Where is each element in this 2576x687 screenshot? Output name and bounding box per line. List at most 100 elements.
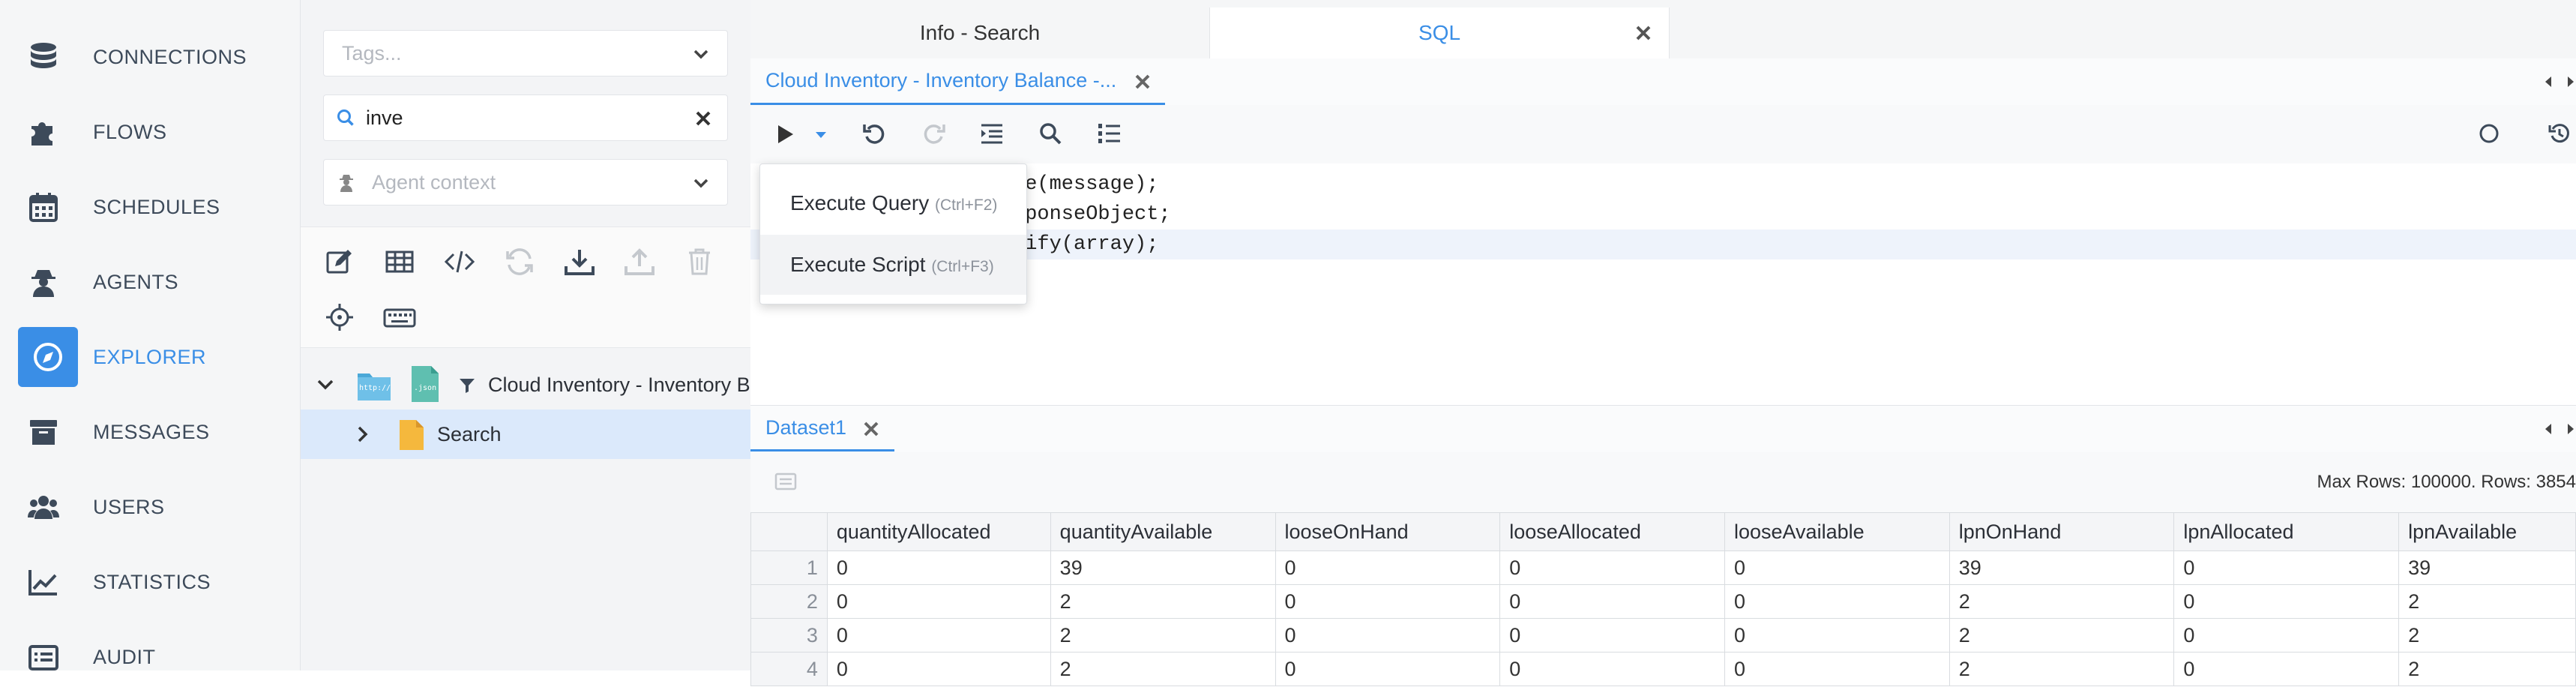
chevron-right-icon[interactable] — [353, 424, 373, 444]
table-cell[interactable]: 0 — [826, 550, 1051, 585]
search-icon[interactable] — [1037, 120, 1064, 147]
table-row[interactable]: 4 0 2 0 0 0 2 0 2 — [750, 652, 2576, 686]
tab-cloud-inventory[interactable]: Cloud Inventory - Inventory Balance -... — [750, 58, 1165, 105]
table-cell[interactable]: 0 — [826, 618, 1051, 652]
table-cell[interactable]: 0 — [1724, 550, 1950, 585]
table-cell[interactable]: 0 — [826, 584, 1051, 619]
tab-info-search-label: Info - Search — [919, 21, 1041, 44]
close-icon[interactable] — [863, 421, 879, 437]
nav-item-statistics[interactable]: STATISTICS — [18, 552, 282, 612]
table-cell[interactable]: 0 — [1724, 618, 1950, 652]
compass-icon — [18, 327, 78, 387]
table-cell[interactable]: 2 — [1050, 584, 1276, 619]
table-row[interactable]: 3 0 2 0 0 0 2 0 2 — [750, 618, 2576, 652]
tags-select[interactable]: Tags... — [323, 30, 728, 76]
table-cell[interactable]: 2 — [2398, 652, 2576, 686]
crosshair-icon[interactable] — [322, 299, 358, 335]
result-grid[interactable]: quantityAllocated quantityAvailable loos… — [750, 512, 2576, 686]
table-cell[interactable]: 2 — [2398, 584, 2576, 619]
table-cell[interactable]: 39 — [2398, 550, 2576, 585]
filter-icon — [458, 376, 476, 394]
tree-node-search[interactable]: Search — [301, 410, 750, 459]
circle-icon[interactable] — [2477, 122, 2501, 146]
history-icon[interactable] — [2548, 122, 2572, 146]
indent-icon[interactable] — [978, 120, 1005, 147]
tab-info-search[interactable]: Info - Search — [750, 8, 1210, 58]
table-cell[interactable]: 0 — [1499, 652, 1725, 686]
json-file-icon: .json — [410, 364, 440, 404]
edit-icon[interactable] — [322, 244, 358, 280]
nav-item-flows[interactable]: FLOWS — [18, 102, 282, 162]
scroll-left-icon[interactable] — [2543, 422, 2554, 436]
close-icon[interactable] — [1134, 74, 1151, 90]
nav-item-schedules[interactable]: SCHEDULES — [18, 177, 282, 237]
menu-item-execute-script[interactable]: Execute Script (Ctrl+F3) — [760, 235, 1026, 295]
table-cell[interactable]: 2 — [1050, 652, 1276, 686]
tab-sql[interactable]: SQL — [1210, 8, 1670, 58]
undo-icon[interactable] — [861, 120, 888, 147]
search-field[interactable] — [323, 94, 728, 141]
nav-item-connections[interactable]: CONNECTIONS — [18, 27, 282, 87]
table-cell[interactable]: 2 — [1948, 618, 2175, 652]
scroll-left-icon[interactable] — [2543, 75, 2554, 88]
download-icon[interactable] — [562, 244, 598, 280]
row-number: 3 — [750, 618, 828, 652]
table-cell[interactable]: 2 — [1948, 584, 2175, 619]
table-cell[interactable]: 0 — [1499, 550, 1725, 585]
table-cell[interactable]: 0 — [2173, 618, 2400, 652]
keyboard-icon[interactable] — [382, 299, 418, 335]
column-header[interactable]: lpnAvailable — [2398, 512, 2576, 551]
close-icon[interactable] — [1634, 24, 1652, 42]
table-cell[interactable]: 0 — [1275, 550, 1501, 585]
table-cell[interactable]: 0 — [1499, 618, 1725, 652]
table-cell[interactable]: 2 — [1050, 618, 1276, 652]
numbered-list-icon[interactable] — [1095, 120, 1122, 147]
table-cell[interactable]: 39 — [1050, 550, 1276, 585]
column-header[interactable]: looseAllocated — [1499, 512, 1725, 551]
table-cell[interactable]: 0 — [1275, 618, 1501, 652]
column-header[interactable]: lpnAllocated — [2173, 512, 2400, 551]
nav-item-agents[interactable]: AGENTS — [18, 252, 282, 312]
column-header[interactable]: lpnOnHand — [1948, 512, 2175, 551]
table-cell[interactable]: 0 — [1724, 652, 1950, 686]
table-cell[interactable]: 0 — [826, 652, 1051, 686]
table-cell[interactable]: 0 — [1724, 584, 1950, 619]
column-header[interactable]: quantityAvailable — [1050, 512, 1276, 551]
search-input[interactable] — [366, 101, 666, 134]
table-cell[interactable]: 2 — [2398, 618, 2576, 652]
nav-item-users[interactable]: USERS — [18, 477, 282, 537]
play-icon[interactable] — [774, 123, 795, 146]
menu-item-execute-query[interactable]: Execute Query (Ctrl+F2) — [760, 173, 1026, 233]
chevron-down-icon[interactable] — [316, 375, 335, 394]
tree-node-root[interactable]: http:// .json Cloud Inventory - Inventor… — [301, 360, 750, 410]
execute-query-shortcut: (Ctrl+F2) — [934, 196, 998, 214]
scroll-right-icon[interactable] — [2566, 75, 2576, 88]
nav-label-schedules: SCHEDULES — [93, 196, 220, 218]
clear-search-icon[interactable] — [694, 110, 712, 128]
table-row[interactable]: 2 0 2 0 0 0 2 0 2 — [750, 584, 2576, 619]
table-row[interactable]: 1 0 39 0 0 0 39 0 39 — [750, 550, 2576, 585]
table-cell[interactable]: 39 — [1948, 550, 2175, 585]
nav-item-audit[interactable]: AUDIT — [18, 627, 282, 687]
code-icon[interactable] — [442, 244, 478, 280]
table-cell[interactable]: 0 — [2173, 550, 2400, 585]
table-cell[interactable]: 0 — [1499, 584, 1725, 619]
agent-context-select[interactable]: Agent context — [323, 159, 728, 206]
table-cell[interactable]: 0 — [1275, 652, 1501, 686]
table-icon[interactable] — [382, 244, 418, 280]
tab-dataset1[interactable]: Dataset1 — [750, 406, 894, 452]
column-header[interactable]: looseOnHand — [1275, 512, 1501, 551]
nav-item-explorer[interactable]: EXPLORER — [18, 327, 282, 387]
scroll-right-icon[interactable] — [2566, 422, 2576, 436]
rows-info: Max Rows: 100000. Rows: 3854 — [2317, 472, 2576, 492]
search-icon — [336, 108, 355, 128]
nav-item-messages[interactable]: MESSAGES — [18, 402, 282, 462]
table-cell[interactable]: 2 — [1948, 652, 2175, 686]
table-cell[interactable]: 0 — [2173, 652, 2400, 686]
caret-down-icon[interactable] — [815, 130, 827, 140]
table-cell[interactable]: 0 — [2173, 584, 2400, 619]
chevron-down-icon — [691, 173, 711, 193]
table-cell[interactable]: 0 — [1275, 584, 1501, 619]
column-header[interactable]: quantityAllocated — [826, 512, 1051, 551]
column-header[interactable]: looseAvailable — [1724, 512, 1950, 551]
